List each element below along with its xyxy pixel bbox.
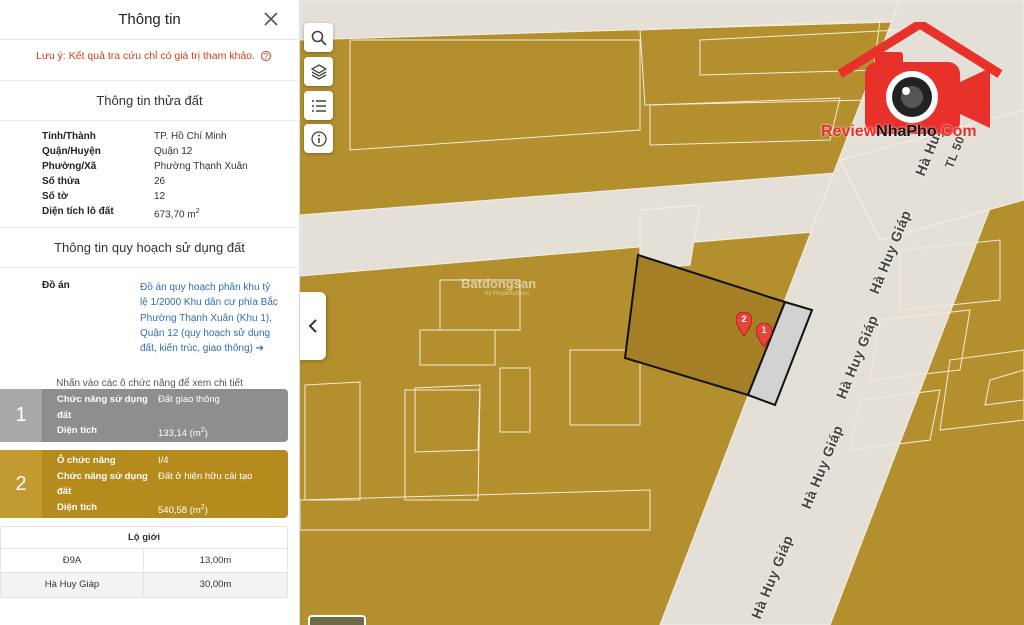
zone-label: Diện tích — [57, 501, 98, 513]
area-value: 673,70 m — [154, 209, 196, 221]
zone-row: Diện tích 540,58 (m2) — [57, 500, 282, 519]
zone-area: 540,58 (m — [158, 504, 201, 516]
zone-card-2[interactable]: 2 Ô chức năng I/4 Chức năng sử dụng đất … — [0, 450, 288, 518]
info-label: Phường/Xã — [42, 161, 97, 172]
brand-part: Review — [821, 123, 877, 140]
land-info-table: Tỉnh/Thành TP. Hồ Chí Minh Quận/Huyện Qu… — [0, 125, 299, 221]
info-value: 26 — [154, 176, 166, 187]
brand-part: NhaPho — [876, 123, 937, 140]
zone-value: 540,58 (m2) — [158, 500, 282, 519]
info-row-ward: Phường/Xã Phường Thạnh Xuân — [42, 159, 299, 174]
zone-row: Diện tích 133,14 (m2) — [57, 423, 282, 442]
info-row-area: Diện tích lô đất 673,70 m2 — [42, 204, 299, 221]
help-icon[interactable]: ? — [260, 51, 271, 62]
zone-area-close: ) — [204, 428, 208, 440]
project-row: Đồ án Đồ án quy hoạch phân khu tỷ lệ 1/2… — [0, 272, 299, 356]
zone-number: 1 — [0, 389, 42, 442]
zone-row: Chức năng sử dụng đất Đất giao thông — [57, 392, 282, 423]
close-icon[interactable] — [263, 11, 279, 27]
info-value: TP. Hồ Chí Minh — [154, 131, 227, 142]
zone-area: 133,14 (m — [158, 428, 201, 440]
info-label: Tỉnh/Thành — [42, 131, 96, 142]
info-row-province: Tỉnh/Thành TP. Hồ Chí Minh — [42, 129, 299, 144]
zone-card-1[interactable]: 1 Chức năng sử dụng đất Đất giao thông D… — [0, 389, 288, 442]
zone-number: 2 — [0, 450, 42, 518]
brand-name: ReviewNhaPho.Com — [821, 123, 977, 141]
pin-number: 1 — [761, 325, 767, 335]
road-name: Hà Huy Giáp — [1, 573, 144, 597]
road-width-row: Hà Huy Giáp 30,00m — [1, 573, 287, 597]
map-pin-2[interactable]: 2 — [736, 312, 752, 336]
panel-title: Thông tin — [118, 11, 181, 28]
zone-row: Ô chức năng I/4 — [57, 453, 282, 469]
layers-icon — [310, 63, 327, 80]
layers-button[interactable] — [304, 57, 333, 86]
zone-label: Diện tích — [57, 425, 98, 436]
info-button[interactable] — [304, 124, 333, 153]
info-label: Diện tích lô đất — [42, 206, 114, 217]
zone-value: I/4 — [158, 455, 169, 466]
brand-part: .Com — [936, 123, 977, 140]
road-width-row: Đ9A 13,00m — [1, 549, 287, 573]
road-width-title: Lộ giới — [1, 527, 287, 549]
info-panel: Thông tin Lưu ý: Kết quả tra cứu chỉ có … — [0, 0, 300, 625]
chevron-left-icon — [308, 319, 317, 333]
map-pin-1[interactable]: 1 — [756, 323, 772, 347]
arrow-right-icon[interactable]: ➔ — [256, 343, 264, 354]
zone-details: Chức năng sử dụng đất Đất giao thông Diệ… — [57, 392, 282, 442]
collapse-panel-button[interactable] — [300, 292, 326, 360]
project-link[interactable]: Đồ án quy hoạch phân khu tỷ lệ 1/2000 Kh… — [140, 280, 280, 356]
zone-area-close: ) — [204, 504, 208, 516]
watermark-sub: by PropertyGuru — [485, 291, 530, 297]
watermark: Batdongsan by PropertyGuru — [461, 276, 536, 297]
zone-label: Chức năng sử dụng đất — [57, 470, 148, 498]
zone-details: Ô chức năng I/4 Chức năng sử dụng đất Đấ… — [57, 453, 282, 518]
basemap-thumbnail[interactable] — [308, 615, 366, 625]
zone-value: Đất giao thông — [158, 394, 220, 405]
info-value: 12 — [154, 191, 166, 202]
road-width: 30,00m — [199, 579, 232, 590]
road-width: 13,00m — [199, 555, 232, 566]
divider — [0, 120, 299, 121]
zone-hint: Nhấn vào các ô chức năng để xem chi tiết — [56, 378, 243, 390]
info-row-sheet-number: Số tờ 12 — [42, 189, 299, 204]
legend-button[interactable] — [304, 91, 333, 120]
disclaimer-note: Lưu ý: Kết quả tra cứu chỉ có giá trị th… — [0, 40, 299, 76]
zone-value: Đất ở hiện hữu cải tạo — [158, 470, 253, 482]
info-value: Phường Thạnh Xuân — [154, 161, 248, 172]
info-value: 673,70 m2 — [154, 204, 200, 221]
area-unit-sup: 2 — [195, 208, 200, 215]
search-button[interactable] — [304, 23, 333, 52]
info-label: Quận/Huyện — [42, 146, 101, 157]
divider — [0, 267, 299, 268]
zone-label: Ô chức năng — [57, 455, 116, 466]
info-label: Số thửa — [42, 176, 80, 187]
pin-number: 2 — [741, 314, 747, 324]
divider — [0, 227, 299, 228]
watermark-text: Batdongsan — [461, 276, 537, 291]
zone-label: Chức năng sử dụng đất — [57, 394, 148, 421]
zone-row: Chức năng sử dụng đất Đất ở hiện hữu cải… — [57, 469, 282, 500]
search-icon — [311, 30, 327, 46]
info-icon — [310, 130, 327, 147]
planning-section-title: Thông tin quy hoạch sử dụng đất — [54, 240, 245, 255]
zone-value: 133,14 (m2) — [158, 423, 282, 442]
road-width-table: Lộ giới Đ9A 13,00m Hà Huy Giáp 30,00m — [0, 526, 288, 598]
road-name: Đ9A — [1, 549, 144, 572]
legend-list-icon — [311, 99, 326, 112]
panel-header: Thông tin — [0, 0, 299, 40]
info-value: Quận 12 — [154, 146, 193, 157]
project-label: Đồ án — [42, 280, 70, 291]
info-label: Số tờ — [42, 191, 68, 202]
info-row-parcel-number: Số thửa 26 — [42, 174, 299, 189]
disclaimer-text: Lưu ý: Kết quả tra cứu chỉ có giá trị th… — [36, 50, 255, 62]
divider — [0, 80, 299, 81]
land-section-title: Thông tin thửa đất — [96, 93, 203, 108]
info-row-district: Quận/Huyện Quận 12 — [42, 144, 299, 159]
